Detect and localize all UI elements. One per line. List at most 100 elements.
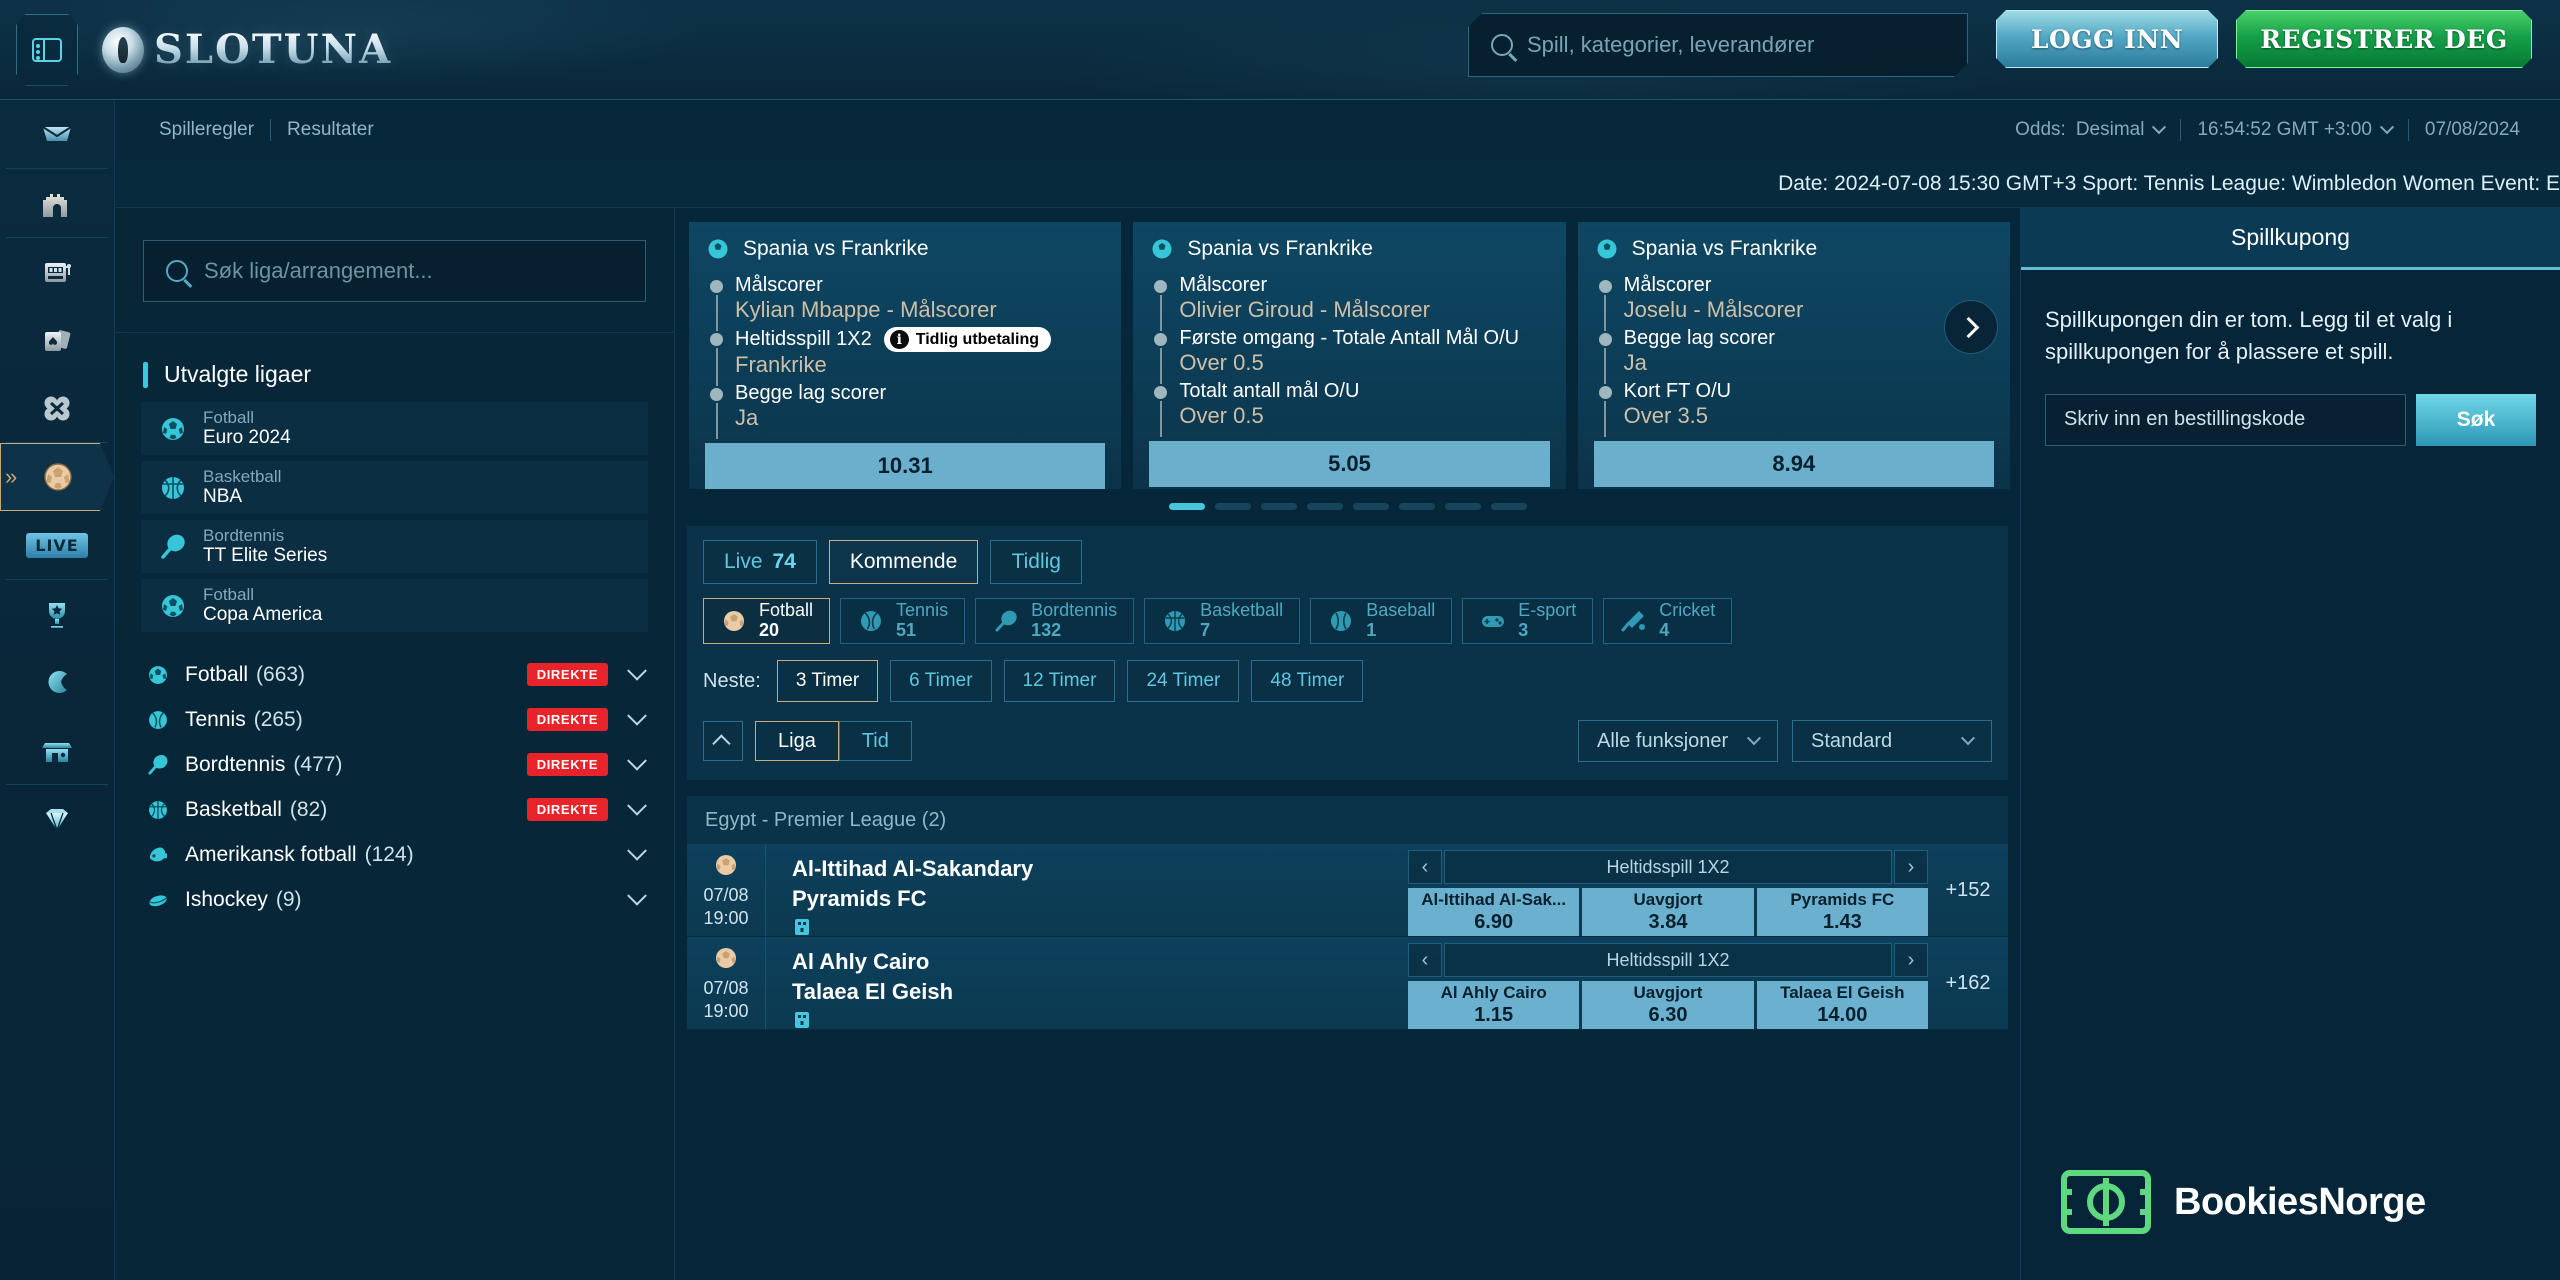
time-filter-6h[interactable]: 6 Timer — [890, 660, 992, 702]
leagues-sidebar: Søk liga/arrangement... Utvalgte ligaer … — [115, 208, 675, 1280]
carousel-next-button[interactable] — [1944, 300, 1998, 354]
carousel-dot[interactable] — [1444, 503, 1481, 510]
odd-draw[interactable]: Uavgjort 6.30 — [1582, 981, 1754, 1029]
sidebar-sport-right: DIREKTE — [526, 705, 647, 731]
market-prev-button[interactable]: ‹ — [1408, 850, 1442, 884]
table-row[interactable]: 07/08 19:00 Al-Ittihad Al-Sakandary Pyra… — [687, 844, 2008, 937]
sort-by-liga[interactable]: Liga — [755, 721, 839, 761]
sport-chip-bordtennis[interactable]: Bordtennis 132 — [975, 598, 1135, 644]
card-odds-button[interactable]: 10.31 — [705, 443, 1106, 489]
chevron-down-icon — [2379, 120, 2394, 135]
sidebar-item-amerikansk-fotball[interactable]: Amerikansk fotball (124) — [115, 832, 674, 877]
sidebar-item-bordtennis[interactable]: Bordtennis (477) DIREKTE — [115, 742, 674, 787]
sport-chip-tennis[interactable]: Tennis 51 — [840, 598, 966, 644]
more-markets-button[interactable]: +152 — [1928, 844, 2008, 936]
sport-chip-basketball[interactable]: Basketball 7 — [1144, 598, 1301, 644]
rail-item-slots[interactable] — [0, 238, 114, 306]
view-dropdown[interactable]: Standard — [1792, 720, 1992, 762]
sport-chip-cricket[interactable]: Cricket 4 — [1603, 598, 1733, 644]
booking-code-input[interactable]: Skriv inn en bestillingskode — [2045, 393, 2406, 446]
odd-home[interactable]: Al-Ittihad Al-Sak... 6.90 — [1408, 888, 1580, 936]
carousel-dot[interactable] — [1260, 503, 1297, 510]
timezone-selector[interactable]: 16:54:52 GMT +3:00 — [2181, 119, 2407, 141]
rail-item-crescent[interactable] — [0, 648, 114, 716]
carousel-dot[interactable] — [1490, 503, 1527, 510]
odds-format-selector[interactable]: Odds: Desimal — [1999, 119, 2180, 141]
odd-label: Al Ahly Cairo — [1440, 983, 1547, 1002]
collapse-all-button[interactable] — [703, 721, 743, 761]
market-next-button[interactable]: › — [1894, 943, 1928, 977]
bet-builder-card[interactable]: Spania vs Frankrike Målscorer Joselu - M… — [1577, 222, 2010, 489]
tab-tidlig[interactable]: Tidlig — [990, 540, 1083, 584]
menu-button[interactable] — [16, 13, 78, 86]
register-button[interactable]: REGISTRER DEG — [2236, 10, 2532, 68]
sport-chip-esport[interactable]: E-sport 3 — [1462, 598, 1594, 644]
booking-code-search-button[interactable]: Søk — [2416, 393, 2536, 446]
card-odds-button[interactable]: 8.94 — [1593, 441, 1994, 487]
subnav-link-rules[interactable]: Spilleregler — [143, 119, 270, 141]
rail-item-shop[interactable] — [0, 716, 114, 784]
login-button[interactable]: LOGG INN — [1996, 10, 2218, 68]
chevron-down-icon[interactable] — [627, 705, 647, 726]
time-filter-24h[interactable]: 24 Timer — [1127, 660, 1240, 702]
carousel-dot[interactable] — [1306, 503, 1343, 510]
card-odds-button[interactable]: 5.05 — [1149, 441, 1550, 487]
global-search[interactable]: Spill, kategorier, leverandører — [1468, 13, 1968, 77]
features-dropdown[interactable]: Alle funksjoner — [1578, 720, 1778, 762]
sport-chip-baseball[interactable]: Baseball 1 — [1310, 598, 1453, 644]
rail-item-vip[interactable] — [0, 785, 114, 853]
rail-item-live[interactable]: LIVE — [0, 511, 114, 579]
sort-row: Liga Tid Alle funksjoner Standard — [703, 720, 1992, 762]
global-search-box[interactable]: Spill, kategorier, leverandører — [1468, 13, 1968, 77]
tab-live[interactable]: Live 74 — [703, 540, 817, 584]
time-filter-12h[interactable]: 12 Timer — [1003, 660, 1116, 702]
chevron-down-icon[interactable] — [627, 795, 647, 816]
market-prev-button[interactable]: ‹ — [1408, 943, 1442, 977]
statistics-icon[interactable] — [792, 1010, 812, 1030]
brand-logo[interactable]: SLOTUNA — [102, 26, 392, 73]
odd-away[interactable]: Talaea El Geish 14.00 — [1756, 981, 1928, 1029]
statistics-icon[interactable] — [792, 917, 812, 937]
league-header[interactable]: Egypt - Premier League (2) — [687, 796, 2008, 844]
carousel-dot[interactable] — [1214, 503, 1251, 510]
carousel-dot[interactable] — [1168, 503, 1205, 510]
carousel-dot[interactable] — [1398, 503, 1435, 510]
sports-list: Fotball (663) DIREKTE Tennis (265) DIREK… — [115, 652, 674, 922]
league-search-input[interactable]: Søk liga/arrangement... — [143, 240, 646, 302]
bet-builder-card[interactable]: Spania vs Frankrike Målscorer Olivier Gi… — [1133, 222, 1566, 489]
rail-item-castle[interactable] — [0, 169, 114, 237]
time-filter-3h[interactable]: 3 Timer — [776, 660, 879, 702]
chevron-down-icon[interactable] — [627, 840, 647, 861]
subnav-link-results[interactable]: Resultater — [271, 119, 390, 141]
featured-league-item[interactable]: Fotball Euro 2024 — [141, 402, 648, 455]
rail-item-tournaments[interactable] — [0, 580, 114, 648]
sidebar-item-tennis[interactable]: Tennis (265) DIREKTE — [115, 697, 674, 742]
tab-kommende[interactable]: Kommende — [828, 540, 979, 584]
featured-league-item[interactable]: Bordtennis TT Elite Series — [141, 520, 648, 573]
sort-by-tid[interactable]: Tid — [838, 721, 912, 761]
sport-chip-fotball[interactable]: Fotball 20 — [703, 598, 831, 644]
chevron-down-icon[interactable] — [627, 750, 647, 771]
carousel-dot[interactable] — [1352, 503, 1389, 510]
odd-away[interactable]: Pyramids FC 1.43 — [1756, 888, 1928, 936]
sidebar-item-ishockey[interactable]: Ishockey (9) — [115, 877, 674, 922]
time-filter-48h[interactable]: 48 Timer — [1251, 660, 1364, 702]
rail-item-casino-banner[interactable] — [0, 100, 114, 168]
chevron-down-icon[interactable] — [627, 660, 647, 681]
odd-label: Uavgjort — [1633, 890, 1703, 909]
bet-builder-card[interactable]: Spania vs Frankrike Målscorer Kylian Mba… — [689, 222, 1122, 489]
rail-item-cards[interactable] — [0, 306, 114, 374]
market-next-button[interactable]: › — [1894, 850, 1928, 884]
table-row[interactable]: 07/08 19:00 Al Ahly Cairo Talaea El Geis… — [687, 937, 2008, 1030]
rail-item-clover[interactable] — [0, 374, 114, 442]
odd-draw[interactable]: Uavgjort 3.84 — [1582, 888, 1754, 936]
rail-item-sportsbook[interactable] — [0, 443, 114, 511]
sidebar-sport-count: (82) — [289, 797, 328, 821]
sidebar-item-basketball[interactable]: Basketball (82) DIREKTE — [115, 787, 674, 832]
sidebar-item-fotball[interactable]: Fotball (663) DIREKTE — [115, 652, 674, 697]
chevron-down-icon[interactable] — [627, 885, 647, 906]
featured-league-item[interactable]: Basketball NBA — [141, 461, 648, 514]
more-markets-button[interactable]: +162 — [1928, 937, 2008, 1029]
featured-league-item[interactable]: Fotball Copa America — [141, 579, 648, 632]
odd-home[interactable]: Al Ahly Cairo 1.15 — [1408, 981, 1580, 1029]
